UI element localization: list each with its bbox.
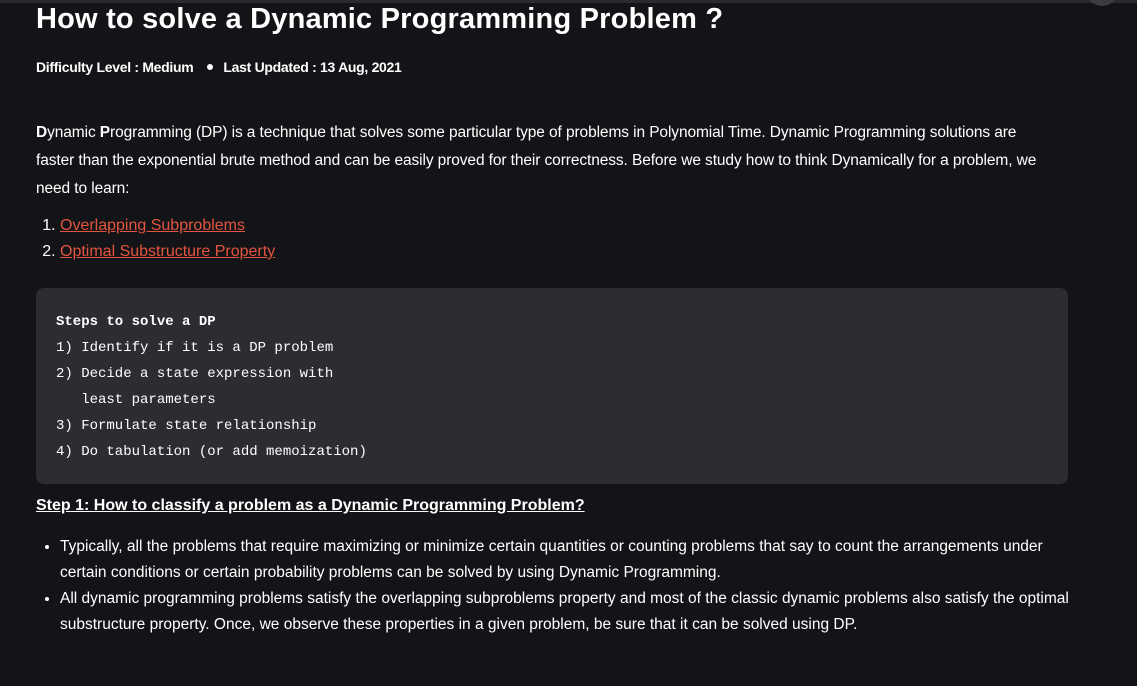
separator-dot xyxy=(207,64,214,71)
difficulty-level: Difficulty Level : Medium xyxy=(36,59,194,75)
intro-paragraph: Dynamic Programming (DP) is a technique … xyxy=(36,119,1056,203)
intro-bold-p: P xyxy=(99,124,111,141)
code-line: 1) Identify if it is a DP problem xyxy=(56,340,334,356)
list-item: All dynamic programming problems satisfy… xyxy=(60,586,1092,638)
list-item: Overlapping Subproblems xyxy=(60,213,275,239)
code-line: least parameters xyxy=(56,392,216,408)
code-line: 3) Formulate state relationship xyxy=(56,418,317,434)
code-line: 2) Decide a state expression with xyxy=(56,366,334,382)
intro-text-2: rogramming (DP) is a technique that solv… xyxy=(36,124,1037,197)
list-item: Optimal Substructure Property xyxy=(60,239,275,265)
step1-bullet-list: Typically, all the problems that require… xyxy=(36,534,1092,638)
code-line: 4) Do tabulation (or add memoization) xyxy=(56,444,367,460)
intro-bold-d: D xyxy=(36,124,48,141)
link-optimal-substructure[interactable]: Optimal Substructure Property xyxy=(60,243,275,260)
intro-text-1: ynamic xyxy=(47,124,100,141)
list-item: Typically, all the problems that require… xyxy=(60,534,1092,586)
code-line: Steps to solve a DP xyxy=(56,314,216,330)
step1-heading: Step 1: How to classify a problem as a D… xyxy=(36,497,585,514)
code-block: Steps to solve a DP 1) Identify if it is … xyxy=(36,288,1068,484)
floating-circle-button[interactable] xyxy=(1086,0,1118,6)
prerequisite-list: Overlapping Subproblems Optimal Substruc… xyxy=(36,213,275,265)
article-meta: Difficulty Level : Medium Last Updated : … xyxy=(36,59,402,75)
last-updated: Last Updated : 13 Aug, 2021 xyxy=(223,59,402,75)
page-title: How to solve a Dynamic Programming Probl… xyxy=(36,3,724,35)
link-overlapping-subproblems[interactable]: Overlapping Subproblems xyxy=(60,217,245,234)
